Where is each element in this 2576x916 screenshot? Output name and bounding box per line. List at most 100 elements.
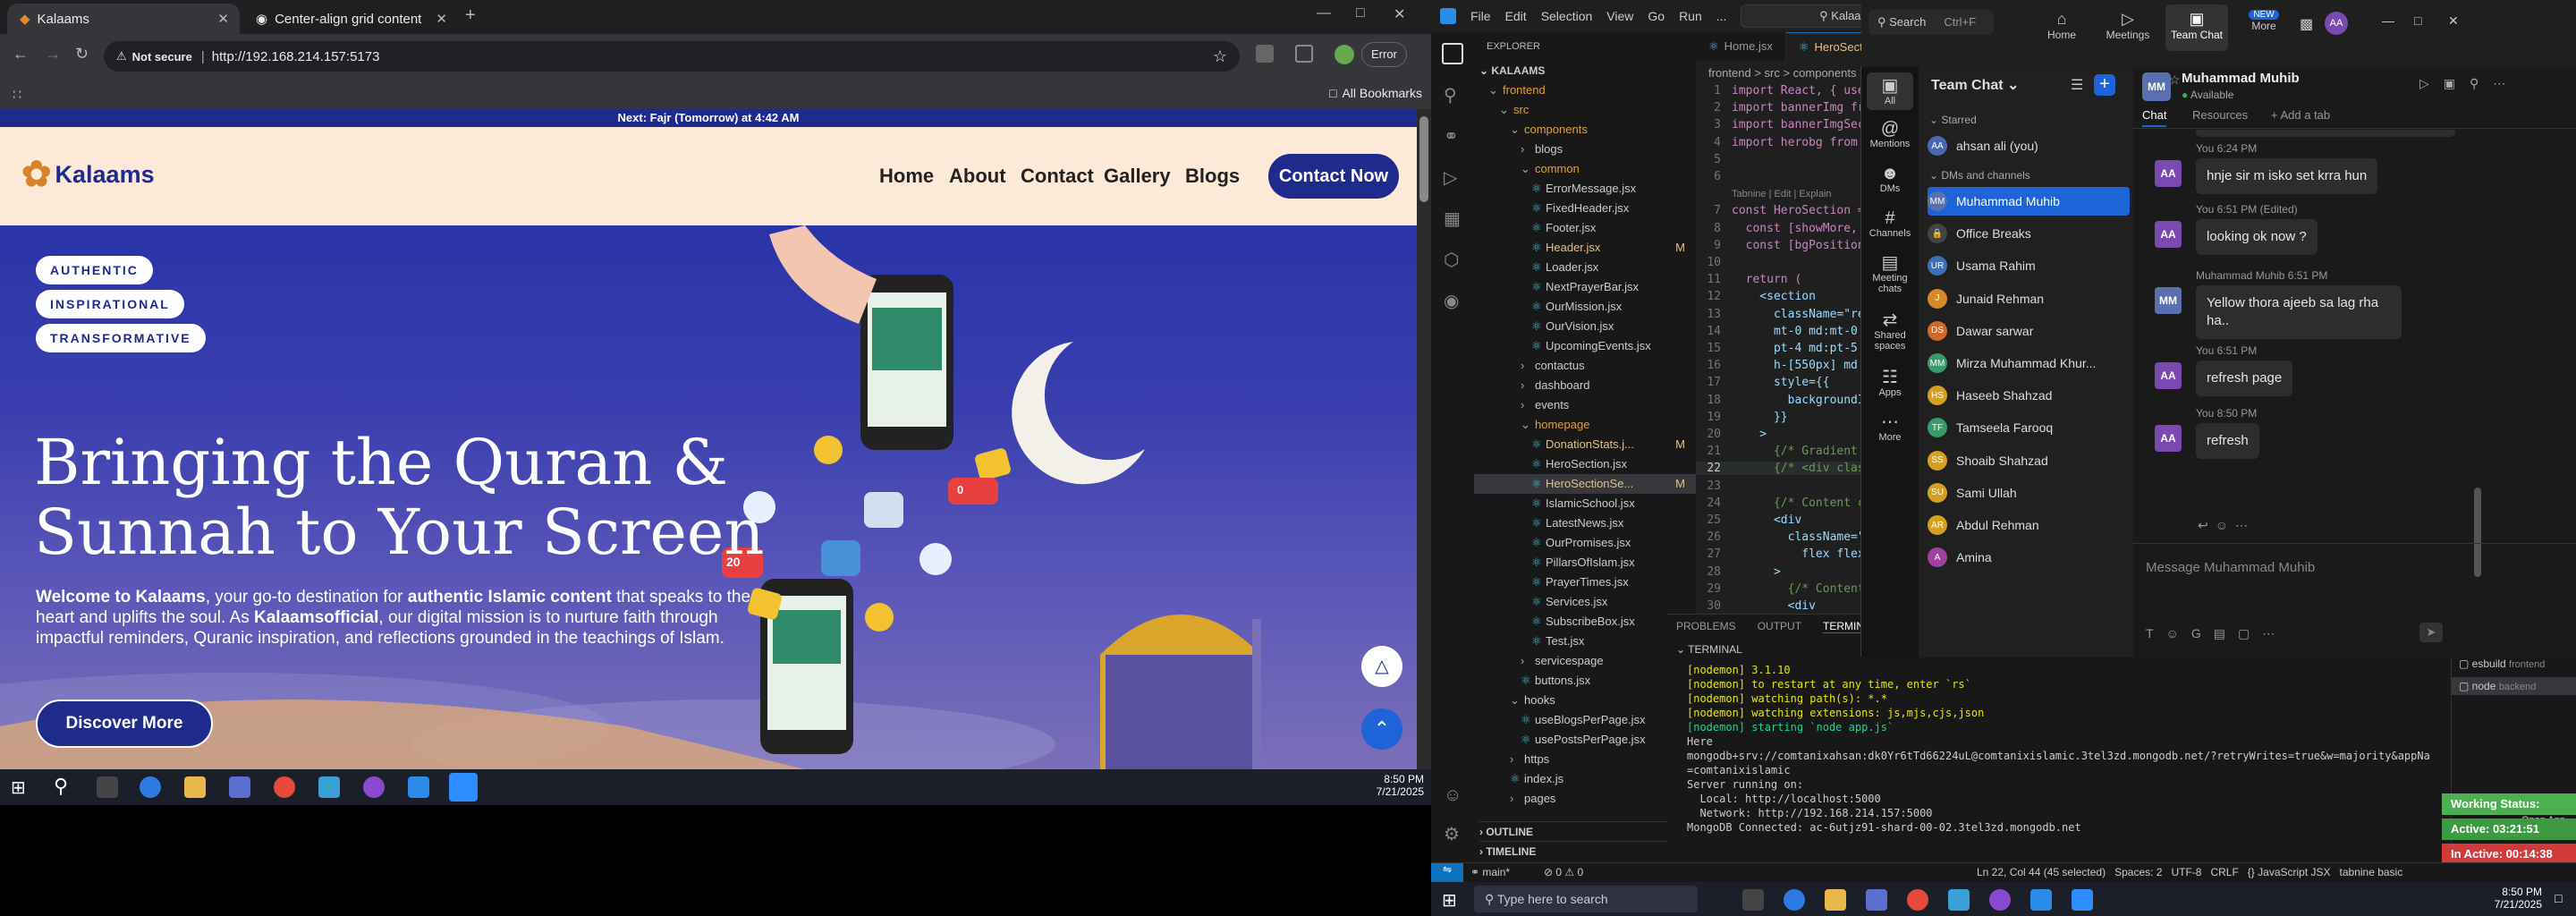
source-control-icon[interactable]: ⚭ (1444, 125, 1459, 148)
remote-icon[interactable]: ⬡ (1444, 249, 1459, 271)
close-window-icon[interactable]: ✕ (1394, 5, 1405, 23)
apps-grid-icon[interactable]: ∷ (13, 86, 21, 104)
terminal-output[interactable]: [nodemon] 3.1.10 [nodemon] to restart at … (1687, 663, 2429, 835)
chat-tab[interactable]: Chat (2142, 108, 2167, 127)
rail-apps[interactable]: ☷ Apps (1867, 368, 1913, 398)
chat-item[interactable]: 🔒 Office Breaks (1928, 219, 2130, 248)
menu-item[interactable]: ... (1716, 9, 1727, 23)
menu-item[interactable]: View (1606, 9, 1633, 23)
task-view-icon[interactable] (1742, 889, 1764, 911)
file-explorer-icon[interactable] (1825, 889, 1846, 911)
file-item[interactable]: ⚛ HeroSectionSe... M (1474, 474, 1696, 494)
file-explorer-icon[interactable] (184, 776, 206, 798)
file-item[interactable]: ⚛ PillarsOfIslam.jsx (1474, 553, 1696, 572)
folder-item[interactable]: › events (1474, 395, 1696, 415)
chat-item[interactable]: SU Sami Ullah (1928, 479, 2130, 507)
extensions-icon[interactable]: ▦ (1444, 208, 1461, 230)
folder-item[interactable]: ⌄ common (1474, 159, 1696, 179)
message-bubble[interactable]: refresh (2196, 423, 2259, 459)
message-input[interactable]: Message Muhammad Muhib (2146, 560, 2315, 575)
settings-gear-icon[interactable]: ⚙ (1444, 823, 1460, 845)
file-item[interactable]: ⚛ OurMission.jsx (1474, 297, 1696, 317)
zoom-search-input[interactable]: ⚲ Search Ctrl+F (1868, 10, 1994, 35)
file-item[interactable]: ⚛ Header.jsx M (1474, 238, 1696, 258)
browser-tab-center-align[interactable]: ◉ Center-align grid content ✕ (243, 4, 458, 34)
workspace-root[interactable]: ⌄ KALAAMS (1479, 61, 1545, 81)
rail-mentions[interactable]: @ Mentions (1867, 119, 1913, 149)
folder-item[interactable]: › blogs (1474, 140, 1696, 159)
file-item[interactable]: ⚛ ErrorMessage.jsx (1474, 179, 1696, 199)
star-icon[interactable]: ☆ (2169, 72, 2181, 88)
file-item[interactable]: ⚛ LatestNews.jsx (1474, 513, 1696, 533)
panel-tab[interactable]: OUTPUT (1758, 620, 1801, 633)
terminal-item-node[interactable]: ▢ node backend (2452, 677, 2576, 695)
file-item[interactable]: ⚛ useBlogsPerPage.jsx (1474, 710, 1696, 730)
windows-start-icon[interactable]: ⊞ (1442, 889, 1457, 912)
chat-header-actions[interactable]: ▷▣⚲⋯ (2419, 76, 2520, 91)
rail-shared-spaces[interactable]: ⇄ Shared spaces (1867, 310, 1913, 352)
folder-item[interactable]: ⌄ frontend (1474, 81, 1696, 100)
windows-start-icon[interactable]: ⊞ (11, 776, 26, 799)
chat-item[interactable]: MM Mirza Muhammad Khur... (1928, 349, 2130, 377)
minimize-icon[interactable]: — (1317, 5, 1331, 21)
chrome-icon[interactable] (274, 776, 295, 798)
menu-item[interactable]: Edit (1505, 9, 1527, 23)
edge-icon[interactable] (1784, 889, 1805, 911)
all-bookmarks-link[interactable]: □ All Bookmarks (1329, 86, 1422, 100)
profile-error-button[interactable]: Error (1361, 42, 1407, 67)
timeline-section[interactable]: › TIMELINE (1479, 841, 1694, 861)
notification-icon[interactable]: □ (2555, 891, 2562, 905)
browser-tab-kalaams[interactable]: ◆ Kalaams ✕ (7, 4, 240, 34)
chat-item-self[interactable]: AA ahsan ali (you) (1928, 131, 2130, 160)
file-item[interactable]: ⚛ usePostsPerPage.jsx (1474, 730, 1696, 750)
avatar[interactable] (1335, 45, 1354, 64)
file-item[interactable]: ⚛ OurPromises.jsx (1474, 533, 1696, 553)
chat-item[interactable]: UR Usama Rahim (1928, 251, 2130, 280)
folder-item[interactable]: ⌄ components (1474, 120, 1696, 140)
folder-item[interactable]: ⌄ src (1474, 100, 1696, 120)
folder-item[interactable]: › pages (1474, 789, 1696, 809)
zoom-icon[interactable] (2072, 889, 2093, 911)
chrome-icon[interactable] (1907, 889, 1928, 911)
nav-blogs[interactable]: Blogs (1185, 165, 1240, 188)
message-bubble[interactable]: Yellow thora ajeeb sa lag rha ha.. (2196, 285, 2402, 339)
edge-icon[interactable] (140, 776, 161, 798)
problems-count[interactable]: ⊘ 0 ⚠ 0 (1544, 866, 1583, 878)
store-icon[interactable] (229, 776, 250, 798)
folder-item[interactable]: ⌄ hooks (1474, 691, 1696, 710)
zoom-nav-meetings[interactable]: ▷ Meetings (2099, 10, 2157, 41)
editor-status[interactable]: Ln 22, Col 44 (45 selected) Spaces: 2 UT… (1977, 866, 2402, 878)
app-icon[interactable] (318, 776, 340, 798)
outline-section[interactable]: › OUTLINE (1479, 821, 1694, 841)
bookmark-star-icon[interactable]: ☆ (1213, 47, 1227, 66)
menu-item[interactable]: Go (1648, 9, 1665, 23)
mosque-widget-icon[interactable]: △ (1361, 646, 1402, 687)
github-icon[interactable] (1989, 889, 2011, 911)
file-item[interactable]: ⚛ NextPrayerBar.jsx (1474, 277, 1696, 297)
zoom-icon[interactable] (449, 773, 478, 802)
omnibox[interactable]: ⚠ Not secure | http://192.168.214.157:51… (104, 41, 1240, 72)
menu-item[interactable]: Selection (1541, 9, 1593, 23)
vscode-icon[interactable] (2030, 889, 2052, 911)
resources-tab[interactable]: Resources (2192, 108, 2248, 122)
editor-tab[interactable]: ⚛ Home.jsx (1696, 32, 1786, 61)
rail-all[interactable]: ▣ All (1867, 72, 1913, 110)
nav-home[interactable]: Home (879, 165, 934, 188)
page-scrollbar[interactable] (1417, 109, 1431, 769)
message-bubble[interactable]: refresh page (2196, 360, 2293, 396)
extension-icon[interactable] (1256, 45, 1274, 63)
message-reactions[interactable]: ↩☺⋯ (2198, 518, 2255, 533)
folder-item[interactable]: ⌄ homepage (1474, 415, 1696, 435)
chat-item[interactable]: J Junaid Rehman (1928, 284, 2130, 313)
whiteboard-icon[interactable]: ▩ (2300, 15, 2313, 33)
chat-item[interactable]: TF Tamseela Farooq (1928, 413, 2130, 442)
file-item[interactable]: ⚛ PrayerTimes.jsx (1474, 572, 1696, 592)
chat-item[interactable]: A Amina (1928, 543, 2130, 572)
close-tab-icon[interactable]: ✕ (217, 11, 229, 27)
file-item[interactable]: ⚛ Loader.jsx (1474, 258, 1696, 277)
zoom-nav-team-chat[interactable]: ▣ Team Chat (2165, 4, 2228, 51)
close-tab-icon[interactable]: ✕ (436, 11, 447, 27)
file-item[interactable]: ⚛ OurVision.jsx (1474, 317, 1696, 336)
taskbar-search-input[interactable]: ⚲ Type here to search (1474, 886, 1698, 912)
forward-icon[interactable]: → (45, 45, 61, 64)
